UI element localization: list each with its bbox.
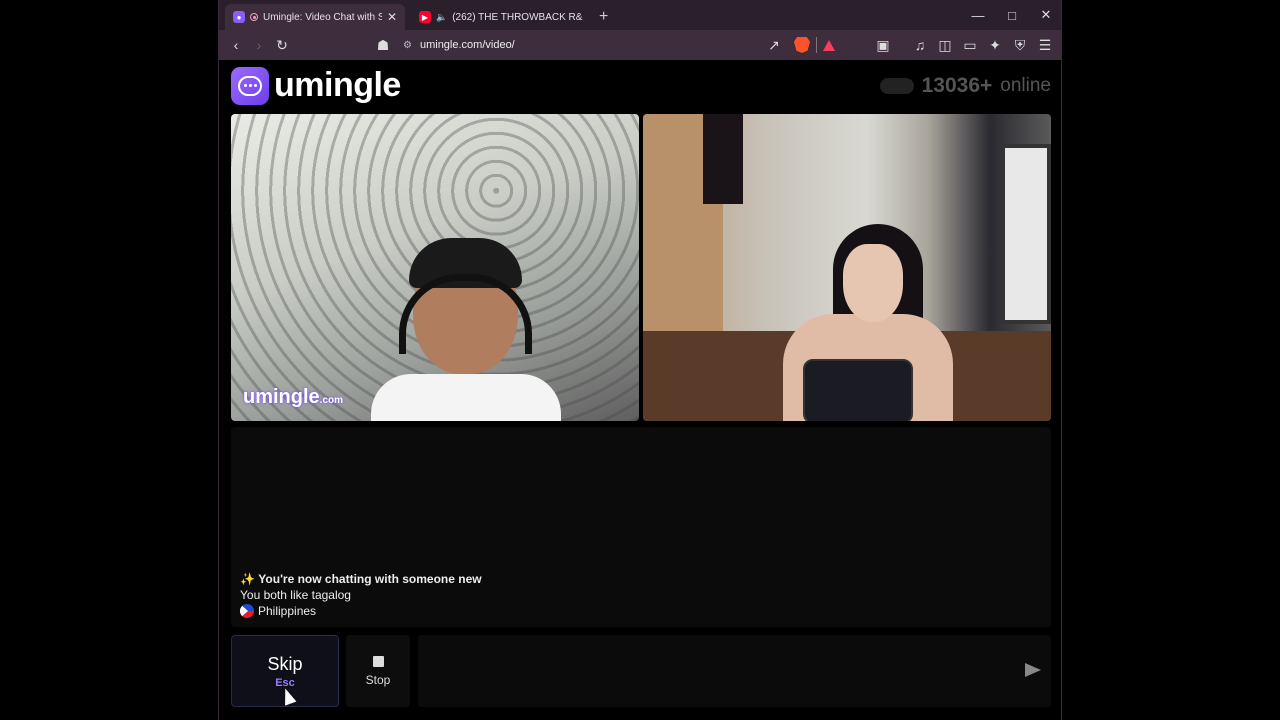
screenshot-icon[interactable]: ▣ <box>872 34 894 56</box>
wallet-icon[interactable]: ▭ <box>959 34 981 56</box>
send-icon[interactable] <box>1025 663 1041 677</box>
speaker-icon[interactable]: 🔈 <box>436 12 447 23</box>
watermark-main: umingle <box>243 386 320 408</box>
recording-icon <box>250 13 258 21</box>
tab-title: (262) THE THROWBACK R&B & H <box>452 11 583 23</box>
close-icon[interactable]: ✕ <box>387 10 397 24</box>
address-bar[interactable]: ⚙ umingle.com/video/ <box>403 33 763 57</box>
skip-shortcut: Esc <box>275 676 295 689</box>
skip-label: Skip <box>267 653 303 674</box>
umingle-page: umingle 13036+ online umingle.com ✨ You'… <box>219 60 1061 720</box>
youtube-favicon-icon: ▶ <box>419 11 431 23</box>
sparkles-icon: ✨ <box>240 572 255 586</box>
self-person <box>371 234 561 421</box>
share-icon[interactable]: ↗ <box>763 34 785 56</box>
back-icon[interactable]: ‹ <box>225 34 247 56</box>
site-logo[interactable]: umingle <box>231 66 401 105</box>
window-controls: — □ ✕ <box>961 0 1061 30</box>
message-box <box>418 635 1051 707</box>
minimize-icon[interactable]: — <box>961 0 995 30</box>
tab-umingle[interactable]: ● Umingle: Video Chat with Stra ✕ <box>225 4 405 30</box>
browser-window: ● Umingle: Video Chat with Stra ✕ ▶ 🔈 (2… <box>218 0 1062 720</box>
forward-icon[interactable]: › <box>248 34 270 56</box>
tab-strip: ● Umingle: Video Chat with Stra ✕ ▶ 🔈 (2… <box>219 0 1061 30</box>
stranger-person <box>763 224 963 421</box>
message-input[interactable] <box>418 635 1008 707</box>
system-message-country: Philippines <box>240 603 482 619</box>
theme-toggle[interactable] <box>879 78 914 94</box>
watermark-suffix: .com <box>319 395 344 406</box>
media-icon[interactable]: ♫ <box>909 34 931 56</box>
umingle-favicon-icon: ● <box>233 11 245 23</box>
system-message-new-partner: ✨ You're now chatting with someone new <box>240 572 482 586</box>
maximize-icon[interactable]: □ <box>995 0 1029 30</box>
close-window-icon[interactable]: ✕ <box>1029 0 1061 30</box>
browser-toolbar: ‹ › ↻ ☗ ⚙ umingle.com/video/ ↗ ▣ ♫ ◫ ▭ ✦… <box>219 30 1061 60</box>
chat-bubble-icon <box>231 66 269 105</box>
reload-icon[interactable]: ↻ <box>271 34 293 56</box>
brave-shields-icon[interactable] <box>794 37 810 53</box>
philippines-flag-icon <box>240 604 254 618</box>
url-text: umingle.com/video/ <box>419 39 515 51</box>
room-window <box>1001 144 1051 324</box>
tab-youtube[interactable]: ▶ 🔈 (262) THE THROWBACK R&B & H <box>411 4 591 30</box>
toolbar-right: ▣ ♫ ◫ ▭ ✦ ⛨ ☰ <box>872 34 1057 56</box>
site-settings-icon[interactable]: ⚙ <box>403 40 412 51</box>
stop-icon <box>372 655 384 667</box>
pillow <box>803 359 913 421</box>
chat-controls: Skip Esc Stop <box>231 635 1051 707</box>
logo-text: umingle <box>274 66 401 104</box>
chat-log: ✨ You're now chatting with someone new Y… <box>231 427 1051 627</box>
online-counter: 13036+ online <box>879 74 1051 98</box>
brave-rewards-icon[interactable] <box>823 39 835 51</box>
room-curtain <box>703 114 743 204</box>
stop-label: Stop <box>365 672 391 687</box>
system-messages: ✨ You're now chatting with someone new Y… <box>240 571 482 619</box>
tab-title: Umingle: Video Chat with Stra <box>263 11 382 23</box>
stop-button[interactable]: Stop <box>346 635 410 707</box>
bookmark-icon[interactable]: ☗ <box>372 34 394 56</box>
stranger-video <box>643 114 1051 421</box>
system-message-interest: You both like tagalog <box>240 588 351 602</box>
sidebar-icon[interactable]: ◫ <box>934 34 956 56</box>
online-label: online <box>1000 75 1051 96</box>
divider <box>816 37 817 53</box>
leo-ai-icon[interactable]: ✦ <box>984 34 1006 56</box>
vpn-icon[interactable]: ⛨ <box>1009 34 1031 56</box>
new-tab-icon[interactable]: + <box>599 4 608 30</box>
menu-icon[interactable]: ☰ <box>1034 34 1056 56</box>
online-count: 13036+ <box>921 74 993 97</box>
self-video: umingle.com <box>231 114 639 421</box>
video-watermark: umingle.com <box>243 386 343 409</box>
